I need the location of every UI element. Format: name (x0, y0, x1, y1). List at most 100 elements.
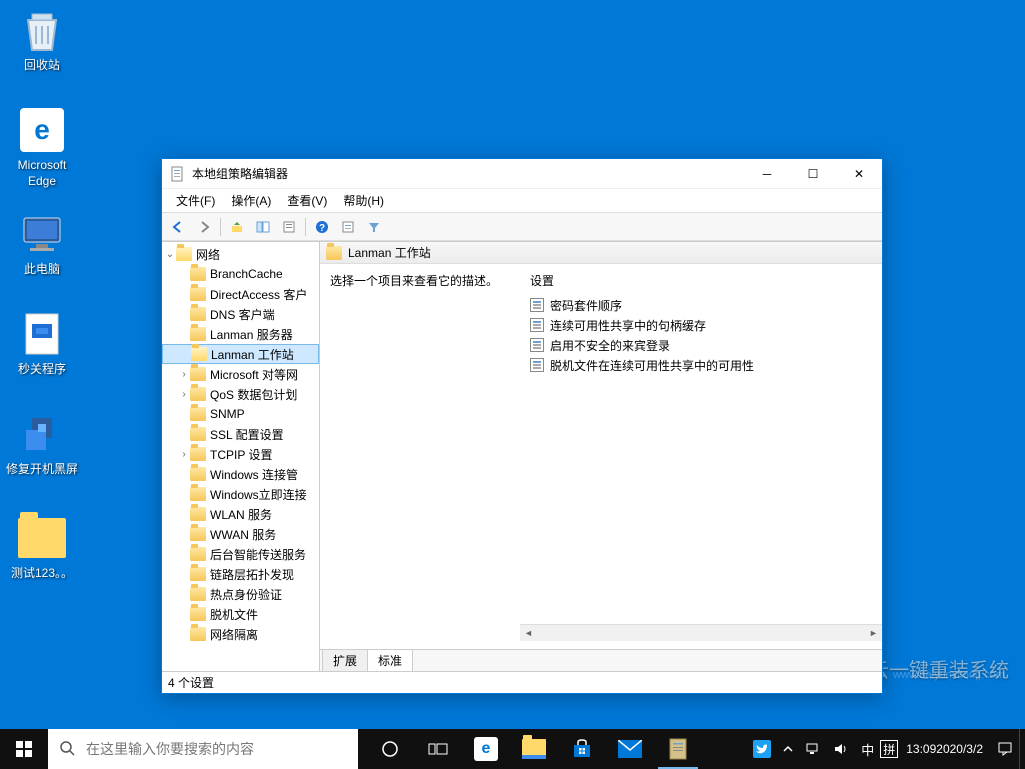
icon-label: Microsoft Edge (4, 158, 80, 189)
icon-label: 秒关程序 (4, 362, 80, 378)
expand-icon[interactable]: › (178, 389, 190, 400)
collapse-icon[interactable]: ⌄ (164, 249, 176, 260)
tree-item[interactable]: Lanman 工作站 (162, 344, 319, 364)
tree-item[interactable]: SNMP (162, 404, 319, 424)
desktop-icon-test-folder[interactable]: 测试123。。 (4, 514, 80, 582)
show-hide-tree-button[interactable] (251, 216, 275, 238)
tree-label: 链路层拓扑发现 (210, 566, 294, 583)
system-tray: 中 拼 13:09 2020/3/2 (747, 729, 1025, 769)
show-desktop-button[interactable] (1019, 729, 1025, 769)
titlebar[interactable]: 本地组策略编辑器 ─ ☐ ✕ (162, 159, 882, 189)
setting-item[interactable]: 脱机文件在连续可用性共享中的可用性 (520, 355, 882, 375)
tree-item[interactable]: ›QoS 数据包计划 (162, 384, 319, 404)
menu-help[interactable]: 帮助(H) (335, 190, 392, 211)
scroll-left-button[interactable]: ◄ (520, 625, 537, 641)
policy-icon (530, 338, 544, 352)
separator (305, 218, 306, 236)
tree-item[interactable]: Lanman 服务器 (162, 324, 319, 344)
tree-item[interactable]: DNS 客户端 (162, 304, 319, 324)
tray-chevron-up-icon[interactable] (777, 729, 799, 769)
tree-item[interactable]: Windows立即连接 (162, 484, 319, 504)
content-area: ⌄ 网络 BranchCacheDirectAccess 客户DNS 客户端La… (162, 241, 882, 671)
clock[interactable]: 13:09 2020/3/2 (898, 729, 991, 769)
back-button[interactable] (166, 216, 190, 238)
taskbar-explorer[interactable] (510, 729, 558, 769)
header-title: Lanman 工作站 (348, 244, 431, 261)
expand-icon[interactable]: › (178, 369, 190, 380)
setting-item[interactable]: 连续可用性共享中的句柄缓存 (520, 315, 882, 335)
up-button[interactable] (225, 216, 249, 238)
scroll-right-button[interactable]: ► (865, 625, 882, 641)
icon-label: 测试123。。 (4, 566, 80, 582)
tree-item[interactable]: BranchCache (162, 264, 319, 284)
tree-item[interactable]: DirectAccess 客户 (162, 284, 319, 304)
export-button[interactable] (336, 216, 360, 238)
tree-item[interactable]: 脱机文件 (162, 604, 319, 624)
icon-label: 修复开机黑屏 (4, 462, 80, 478)
tree-item[interactable]: WLAN 服务 (162, 504, 319, 524)
tray-network-icon[interactable] (799, 729, 827, 769)
tree-item[interactable]: 网络隔离 (162, 624, 319, 644)
tree-item[interactable]: WWAN 服务 (162, 524, 319, 544)
filter-button[interactable] (362, 216, 386, 238)
desktop-icon-edge[interactable]: e Microsoft Edge (4, 106, 80, 189)
tree-item[interactable]: 链路层拓扑发现 (162, 564, 319, 584)
help-button[interactable]: ? (310, 216, 334, 238)
tree-item[interactable]: 后台智能传送服务 (162, 544, 319, 564)
tree-label: 网络隔离 (210, 626, 258, 643)
maximize-button[interactable]: ☐ (790, 159, 836, 189)
search-box[interactable]: 在这里输入你要搜索的内容 (48, 729, 358, 769)
forward-button[interactable] (192, 216, 216, 238)
menu-action[interactable]: 操作(A) (223, 190, 279, 211)
tree-label: 脱机文件 (210, 606, 258, 623)
toolbar: ? (162, 213, 882, 241)
desktop-icon-repair-boot[interactable]: 修复开机黑屏 (4, 410, 80, 478)
taskbar-gpedit[interactable] (654, 729, 702, 769)
properties-button[interactable] (277, 216, 301, 238)
task-view-button[interactable] (414, 729, 462, 769)
tree-label: Microsoft 对等网 (210, 366, 298, 383)
tray-twitter-icon[interactable] (747, 729, 777, 769)
menu-file[interactable]: 文件(F) (168, 190, 223, 211)
desktop-icon-recycle-bin[interactable]: 回收站 (4, 6, 80, 74)
ime-language[interactable]: 中 (855, 729, 880, 769)
tree-item[interactable]: › Microsoft 对等网 (162, 364, 319, 384)
folder-icon (190, 567, 206, 581)
setting-item[interactable]: 密码套件顺序 (520, 295, 882, 315)
gpedit-window: 本地组策略编辑器 ─ ☐ ✕ 文件(F) 操作(A) 查看(V) 帮助(H) ?… (161, 158, 883, 694)
policy-icon (530, 298, 544, 312)
tray-volume-icon[interactable] (827, 729, 855, 769)
tree-item[interactable]: 热点身份验证 (162, 584, 319, 604)
setting-label: 脱机文件在连续可用性共享中的可用性 (550, 357, 754, 374)
taskbar-edge[interactable]: e (462, 729, 510, 769)
expand-icon[interactable]: › (178, 449, 190, 460)
cortana-button[interactable] (366, 729, 414, 769)
tab-standard[interactable]: 标准 (367, 649, 413, 671)
tab-extended[interactable]: 扩展 (322, 649, 368, 671)
tree-root-network[interactable]: ⌄ 网络 (162, 244, 319, 264)
start-button[interactable] (0, 729, 48, 769)
watermark-url: www.baiyunxitong.com (893, 669, 1005, 681)
action-center-button[interactable] (991, 729, 1019, 769)
ime-mode[interactable]: 拼 (880, 740, 898, 758)
menu-view[interactable]: 查看(V) (279, 190, 335, 211)
tree-item[interactable]: SSL 配置设置 (162, 424, 319, 444)
desktop-icon-shutdown-app[interactable]: 秒关程序 (4, 310, 80, 378)
tree-panel[interactable]: ⌄ 网络 BranchCacheDirectAccess 客户DNS 客户端La… (162, 242, 320, 671)
svg-text:?: ? (319, 223, 325, 234)
taskbar-store[interactable] (558, 729, 606, 769)
setting-item[interactable]: 启用不安全的来宾登录 (520, 335, 882, 355)
tree-item[interactable]: ›TCPIP 设置 (162, 444, 319, 464)
tree-item[interactable]: Windows 连接管 (162, 464, 319, 484)
close-button[interactable]: ✕ (836, 159, 882, 189)
minimize-button[interactable]: ─ (744, 159, 790, 189)
edge-icon: e (18, 106, 66, 154)
folder-icon (190, 267, 206, 281)
folder-icon (190, 367, 206, 381)
folder-icon (190, 527, 206, 541)
folder-icon (326, 246, 342, 260)
taskbar-mail[interactable] (606, 729, 654, 769)
desktop-icon-this-pc[interactable]: 此电脑 (4, 210, 80, 278)
scroll-track[interactable] (537, 625, 865, 641)
horizontal-scrollbar[interactable]: ◄ ► (520, 624, 882, 641)
